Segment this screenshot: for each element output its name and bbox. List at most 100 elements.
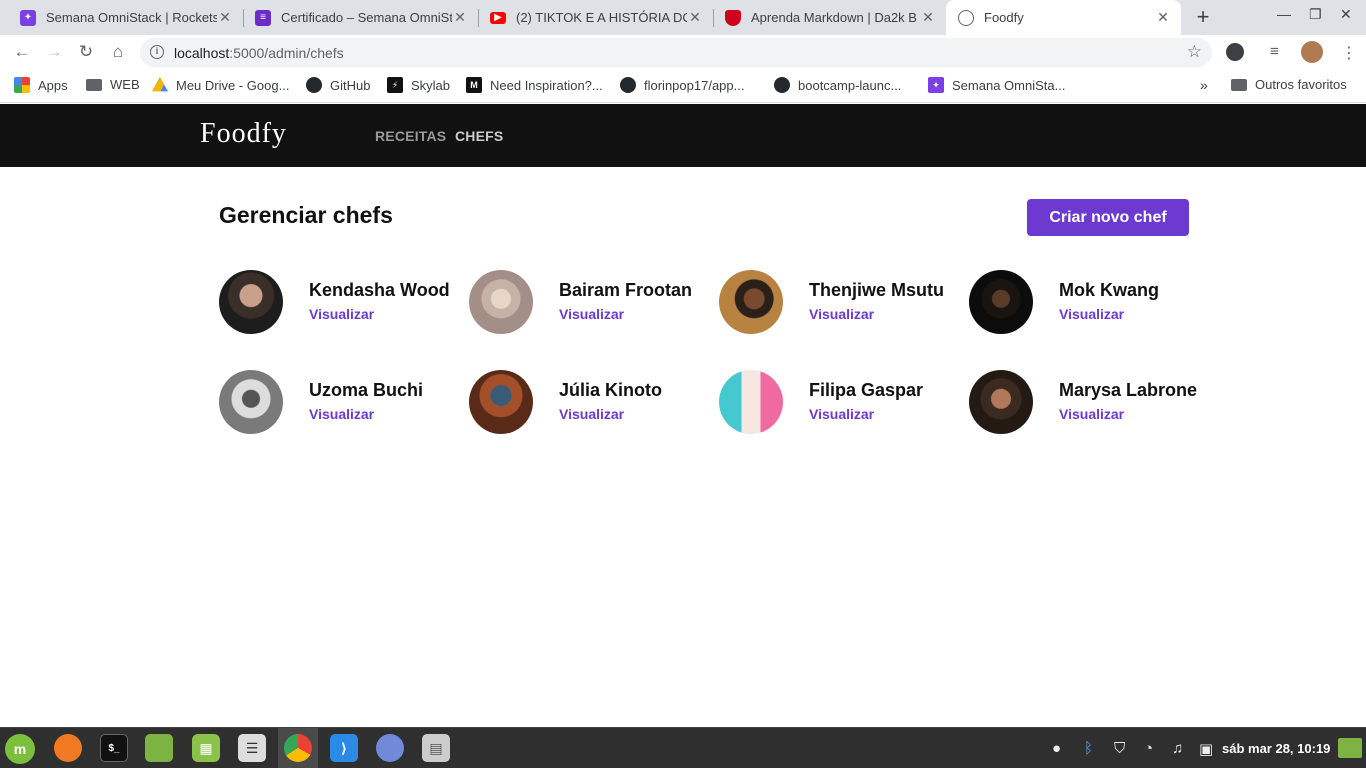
bookmark-meu-drive[interactable]: Meu Drive - Goog... (152, 77, 289, 93)
chef-avatar (969, 270, 1033, 334)
close-icon[interactable]: ✕ (452, 9, 468, 26)
profile-avatar[interactable] (1301, 41, 1323, 63)
bookmark-web[interactable]: WEB (86, 77, 140, 92)
bookmark-outros-favoritos[interactable]: Outros favoritos (1231, 77, 1347, 92)
folder-icon (1231, 78, 1247, 91)
chef-card: Júlia Kinoto Visualizar (469, 370, 719, 434)
tab-title: Foodfy (984, 10, 1024, 25)
skylab-icon: ⚡ (387, 77, 403, 93)
os-taskbar: m $_ ▦ ☰ ⟩ ▤ ● ᛒ ⛉ ◔ ♫ ▣ sáb mar 28, 10:… (0, 727, 1366, 768)
minimize-icon[interactable]: — (1277, 6, 1291, 22)
chef-card: Kendasha Wood Visualizar (219, 270, 469, 334)
bookmark-apps[interactable]: Apps (14, 77, 68, 93)
bookmark-semana-omnistack[interactable]: ✦ Semana OmniSta... (928, 77, 1065, 93)
google-drive-icon (152, 77, 168, 92)
wifi-icon[interactable]: ◔ (1144, 740, 1153, 757)
chef-card: Mok Kwang Visualizar (969, 270, 1219, 334)
youtube-icon: ▶ (490, 11, 506, 24)
chef-avatar (969, 370, 1033, 434)
forward-icon[interactable]: → (44, 42, 64, 62)
bookmark-github[interactable]: GitHub (306, 77, 370, 93)
tab-semana-omnistack[interactable]: ✦ Semana OmniStack | Rockets ✕ (8, 0, 243, 35)
settings-icon[interactable]: ☰ (238, 734, 266, 762)
bookmark-skylab[interactable]: ⚡ Skylab (387, 77, 450, 93)
view-chef-link[interactable]: Visualizar (809, 306, 874, 322)
nav-chefs[interactable]: CHEFS (455, 128, 503, 144)
tab-title: Semana OmniStack | Rockets (46, 10, 217, 25)
bluetooth-icon[interactable]: ᛒ (1084, 740, 1093, 757)
chef-name: Júlia Kinoto (559, 380, 662, 400)
media-control-icon[interactable]: ≡ (1270, 43, 1288, 61)
form-icon: ≡ (255, 9, 271, 26)
site-logo[interactable]: Foodfy (200, 118, 287, 150)
music-icon[interactable]: ♫ (1172, 740, 1183, 757)
chef-name: Bairam Frootan (559, 280, 693, 300)
info-icon[interactable]: i (150, 45, 164, 59)
tab-foodfy[interactable]: Foodfy ✕ (946, 0, 1181, 35)
close-icon[interactable]: ✕ (687, 9, 703, 26)
browser-toolbar: ← → ↻ ⌂ i localhost:5000/admin/chefs ☆ ≡… (0, 35, 1366, 69)
close-icon[interactable]: ✕ (1155, 9, 1171, 26)
apps-grid-icon (14, 77, 30, 93)
view-chef-link[interactable]: Visualizar (309, 406, 374, 422)
bookmark-need-inspiration[interactable]: M Need Inspiration?... (466, 77, 603, 93)
text-editor-icon[interactable]: ▤ (422, 734, 450, 762)
view-chef-link[interactable]: Visualizar (309, 306, 374, 322)
terminal-icon[interactable]: $_ (100, 734, 128, 762)
show-desktop-icon[interactable] (1338, 738, 1362, 758)
chef-card: Bairam Frootan Visualizar (469, 270, 719, 334)
menu-icon[interactable]: ⋮ (1340, 43, 1358, 62)
github-icon (774, 77, 790, 93)
extension-icon[interactable] (1226, 43, 1244, 61)
chef-avatar (719, 370, 783, 434)
more-bookmarks-icon[interactable]: » (1200, 77, 1208, 93)
chef-card: Filipa Gaspar Visualizar (719, 370, 969, 434)
chef-avatar (719, 270, 783, 334)
chef-name: Uzoma Buchi (309, 380, 424, 400)
globe-icon (958, 9, 974, 26)
view-chef-link[interactable]: Visualizar (559, 306, 624, 322)
tab-title: Certificado – Semana OmniSt (281, 10, 452, 25)
create-chef-button[interactable]: Criar novo chef (1027, 199, 1189, 236)
files-icon[interactable] (145, 734, 173, 762)
address-bar[interactable]: i localhost:5000/admin/chefs ☆ (140, 38, 1212, 67)
chef-name: Kendasha Wood (309, 280, 450, 300)
rocketseat-icon: ✦ (928, 77, 944, 93)
chef-avatar (219, 370, 283, 434)
view-chef-link[interactable]: Visualizar (809, 406, 874, 422)
tab-certificado[interactable]: ≡ Certificado – Semana OmniSt ✕ (243, 0, 478, 35)
mint-menu-icon[interactable]: m (5, 734, 35, 764)
back-icon[interactable]: ← (12, 42, 32, 62)
close-icon[interactable]: ✕ (920, 9, 936, 26)
view-chef-link[interactable]: Visualizar (559, 406, 624, 422)
firefox-icon[interactable] (54, 734, 82, 762)
github-icon (620, 77, 636, 93)
close-window-icon[interactable]: ✕ (1340, 6, 1352, 23)
clock[interactable]: sáb mar 28, 10:19 (1222, 741, 1330, 756)
medium-icon: M (466, 77, 482, 93)
bookmark-star-icon[interactable]: ☆ (1187, 42, 1202, 62)
user-icon[interactable]: ● (1052, 740, 1061, 757)
new-tab-button[interactable]: + (1192, 4, 1214, 30)
tab-markdown[interactable]: Aprenda Markdown | Da2k B ✕ (713, 0, 946, 35)
chrome-icon[interactable] (284, 734, 312, 762)
browser-tab-strip: ✦ Semana OmniStack | Rockets ✕ ≡ Certifi… (0, 0, 1366, 35)
view-chef-link[interactable]: Visualizar (1059, 306, 1124, 322)
restore-icon[interactable]: ❐ (1309, 6, 1322, 23)
reload-icon[interactable]: ↻ (76, 42, 96, 62)
clipboard-icon[interactable]: ▣ (1199, 740, 1213, 758)
tab-youtube[interactable]: ▶ (2) TIKTOK E A HISTÓRIA DO ✕ (478, 0, 713, 35)
tab-title: Aprenda Markdown | Da2k B (751, 10, 917, 25)
url-text[interactable]: localhost:5000/admin/chefs (174, 45, 344, 61)
bookmark-florinpop17[interactable]: florinpop17/app... (620, 77, 744, 93)
bookmark-bootcamp[interactable]: bootcamp-launc... (774, 77, 901, 93)
page-title: Gerenciar chefs (219, 202, 393, 228)
discord-icon[interactable] (376, 734, 404, 762)
home-icon[interactable]: ⌂ (108, 42, 128, 62)
shield-icon[interactable]: ⛉ (1114, 740, 1125, 757)
nav-receitas[interactable]: RECEITAS (375, 128, 446, 144)
vscode-icon[interactable]: ⟩ (330, 734, 358, 762)
close-icon[interactable]: ✕ (217, 9, 233, 26)
view-chef-link[interactable]: Visualizar (1059, 406, 1124, 422)
spreadsheet-icon[interactable]: ▦ (192, 734, 220, 762)
